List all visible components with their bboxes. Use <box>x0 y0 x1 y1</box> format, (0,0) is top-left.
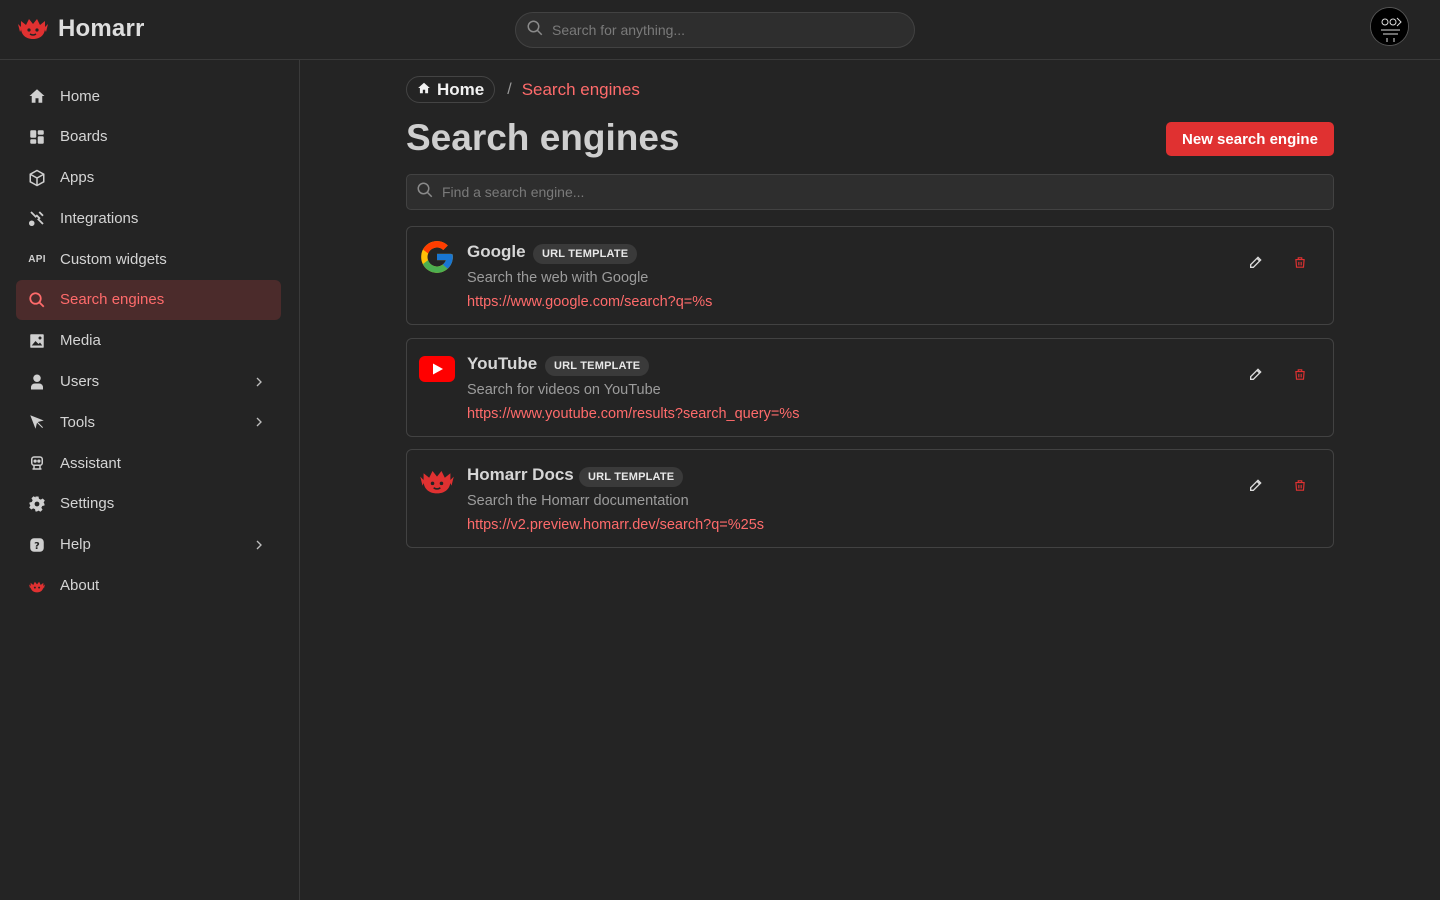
sidebar-item-boards[interactable]: Boards <box>16 117 281 157</box>
url-template-badge: URL TEMPLATE <box>533 244 638 264</box>
chevron-right-icon <box>251 537 267 553</box>
sidebar-item-label: Search engines <box>60 291 165 309</box>
sidebar-item-tools[interactable]: Tools <box>16 402 281 442</box>
plug-icon <box>28 209 46 227</box>
delete-button[interactable] <box>1287 249 1313 275</box>
box-icon <box>28 169 46 187</box>
search-icon <box>416 181 434 203</box>
global-search[interactable] <box>515 12 915 48</box>
sidebar-item-settings[interactable]: Settings <box>16 484 281 524</box>
sidebar-item-users[interactable]: Users <box>16 362 281 402</box>
homarr-logo-icon <box>28 577 46 595</box>
trash-icon <box>1295 368 1305 380</box>
engine-url-link[interactable]: https://www.youtube.com/results?search_q… <box>467 406 799 422</box>
sidebar-item-about[interactable]: About <box>16 566 281 606</box>
sidebar-item-label: Assistant <box>60 454 121 472</box>
trash-icon <box>1295 479 1305 491</box>
api-icon: API <box>28 253 46 265</box>
engine-description: Search for videos on YouTube <box>467 382 661 398</box>
breadcrumb-current[interactable]: Search engines <box>522 80 640 100</box>
sidebar: Home Boards Apps Integrations API Custom… <box>0 60 300 900</box>
sidebar-item-label: Help <box>60 536 91 554</box>
brand[interactable]: Homarr <box>16 12 145 46</box>
sidebar-item-home[interactable]: Home <box>16 76 281 116</box>
gear-icon <box>28 495 46 513</box>
chevron-right-icon <box>251 414 267 430</box>
search-icon <box>526 19 544 41</box>
user-icon <box>28 373 46 391</box>
pencil-icon <box>1250 368 1262 380</box>
sidebar-item-label: Integrations <box>60 209 139 227</box>
sidebar-item-label: Apps <box>60 169 95 187</box>
home-icon <box>417 81 431 99</box>
sidebar-item-label: Home <box>60 87 101 105</box>
engine-description: Search the Homarr documentation <box>467 493 689 509</box>
breadcrumb-home-label: Home <box>437 79 485 99</box>
sidebar-item-label: About <box>60 577 100 595</box>
engine-description: Search the web with Google <box>467 270 649 286</box>
new-search-engine-button[interactable]: New search engine <box>1166 122 1334 156</box>
app-title: Homarr <box>58 15 145 42</box>
search-icon <box>28 291 46 309</box>
sidebar-item-label: Settings <box>60 495 115 513</box>
homarr-logo-icon <box>418 461 456 499</box>
sidebar-item-search-engines[interactable]: Search engines <box>16 279 281 320</box>
edit-button[interactable] <box>1243 361 1269 387</box>
sidebar-item-label: Tools <box>60 413 96 431</box>
home-icon <box>28 87 46 105</box>
trash-icon <box>1295 256 1305 268</box>
chevron-right-icon <box>251 374 267 390</box>
homarr-logo-icon <box>16 12 50 46</box>
sidebar-item-label: Boards <box>60 128 108 146</box>
breadcrumb-separator: / <box>507 80 512 98</box>
search-engine-card-homarr-docs: Homarr Docs URL TEMPLATE Search the Homa… <box>406 449 1334 548</box>
pencil-icon <box>1250 479 1262 491</box>
delete-button[interactable] <box>1287 472 1313 498</box>
global-search-input[interactable] <box>552 22 914 38</box>
breadcrumb: Home / Search engines <box>406 76 640 103</box>
engine-name: Google <box>467 242 526 261</box>
layout-grid-icon <box>28 128 46 146</box>
delete-button[interactable] <box>1287 361 1313 387</box>
engine-search-input[interactable] <box>442 184 1333 200</box>
google-logo-icon <box>418 238 456 276</box>
photo-icon <box>28 332 46 350</box>
sidebar-item-label: Users <box>60 373 100 391</box>
robot-icon <box>28 454 46 472</box>
sidebar-item-apps[interactable]: Apps <box>16 158 281 198</box>
url-template-badge: URL TEMPLATE <box>579 467 684 487</box>
sidebar-item-label: Custom widgets <box>60 250 167 268</box>
engine-name: YouTube <box>467 354 538 373</box>
sidebar-item-assistant[interactable]: Assistant <box>16 443 281 483</box>
search-engine-card-google: Google URL TEMPLATE Search the web with … <box>406 226 1334 325</box>
url-template-badge: URL TEMPLATE <box>545 356 650 376</box>
sidebar-item-media[interactable]: Media <box>16 321 281 361</box>
sidebar-item-help[interactable]: ? Help <box>16 525 281 565</box>
edit-button[interactable] <box>1243 472 1269 498</box>
page-title: Search engines <box>406 117 680 158</box>
search-engine-card-youtube: YouTube URL TEMPLATE Search for videos o… <box>406 338 1334 437</box>
breadcrumb-home[interactable]: Home <box>406 76 496 103</box>
engine-url-link[interactable]: https://v2.preview.homarr.dev/search?q=%… <box>467 517 764 533</box>
pencil-icon <box>1250 256 1262 268</box>
edit-button[interactable] <box>1243 249 1269 275</box>
svg-text:?: ? <box>34 541 40 552</box>
tools-icon <box>28 413 46 431</box>
engine-url-link[interactable]: https://www.google.com/search?q=%s <box>467 294 712 310</box>
help-icon: ? <box>28 536 46 554</box>
sidebar-item-integrations[interactable]: Integrations <box>16 198 281 238</box>
top-header: Homarr <box>0 0 1440 60</box>
engine-search[interactable] <box>406 174 1334 210</box>
sidebar-item-custom-widgets[interactable]: API Custom widgets <box>16 239 281 279</box>
youtube-logo-icon <box>418 350 456 388</box>
user-avatar[interactable] <box>1370 7 1409 46</box>
sidebar-item-label: Media <box>60 332 101 350</box>
engine-name: Homarr Docs <box>467 465 574 484</box>
